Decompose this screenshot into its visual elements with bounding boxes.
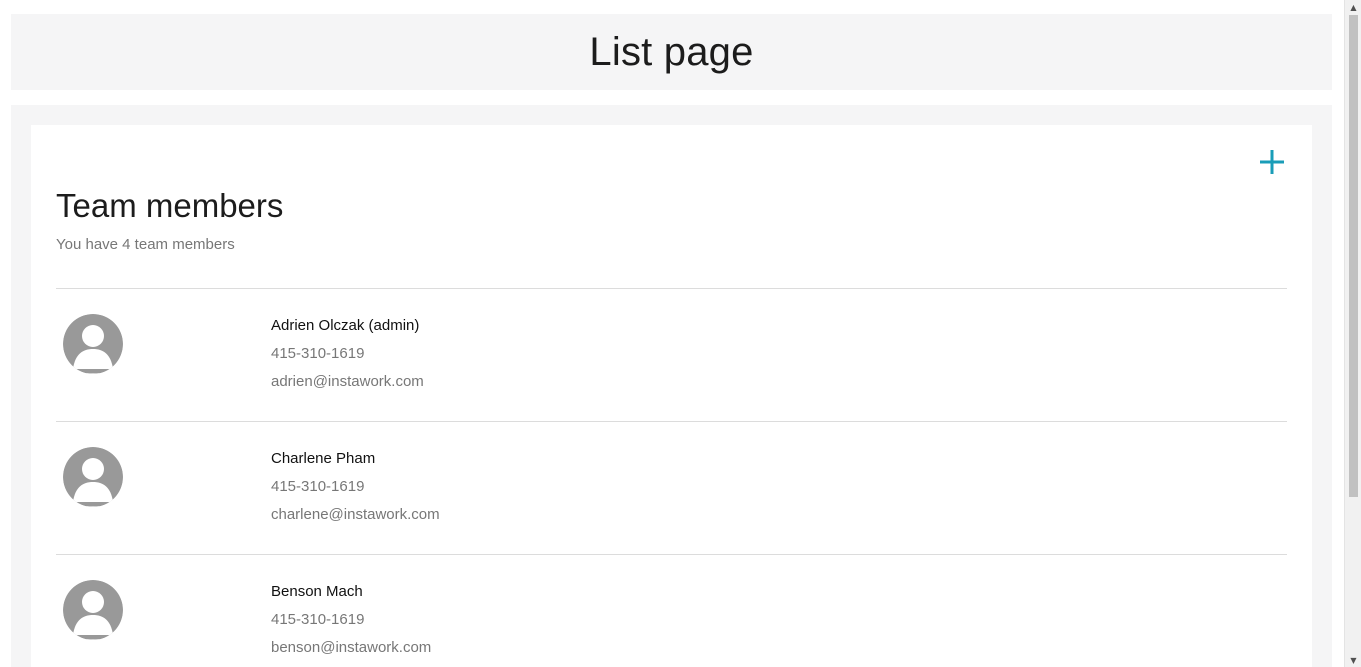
team-member-row[interactable]: Charlene Pham 415-310-1619 charlene@inst… <box>56 421 1287 554</box>
add-team-member-button[interactable] <box>1257 147 1287 177</box>
scroll-down-arrow-icon[interactable]: ▼ <box>1345 653 1361 667</box>
team-members-card: Team members You have 4 team members Adr… <box>31 125 1312 667</box>
page-title: List page <box>589 29 754 74</box>
member-email: adrien@instawork.com <box>271 373 424 390</box>
default-avatar-icon <box>63 447 123 507</box>
vertical-scrollbar[interactable]: ▲ ▼ <box>1344 0 1361 667</box>
viewport: List page Team members You have 4 team m… <box>0 0 1361 667</box>
member-info: Adrien Olczak (admin) 415-310-1619 adrie… <box>271 316 424 392</box>
team-member-row[interactable]: Benson Mach 415-310-1619 benson@instawor… <box>56 554 1287 667</box>
scroll-up-arrow-icon[interactable]: ▲ <box>1345 0 1361 14</box>
page-header: List page <box>11 14 1332 90</box>
team-member-list: Adrien Olczak (admin) 415-310-1619 adrie… <box>56 288 1287 667</box>
content-area: Team members You have 4 team members Adr… <box>11 105 1332 667</box>
member-email: charlene@instawork.com <box>271 506 440 523</box>
member-info: Benson Mach 415-310-1619 benson@instawor… <box>271 582 431 658</box>
member-phone: 415-310-1619 <box>271 611 365 628</box>
member-name: Benson Mach <box>271 583 363 600</box>
team-member-row[interactable]: Adrien Olczak (admin) 415-310-1619 adrie… <box>56 288 1287 421</box>
member-phone: 415-310-1619 <box>271 345 365 362</box>
default-avatar-icon <box>63 314 123 374</box>
scrollbar-thumb[interactable] <box>1349 15 1358 497</box>
member-info: Charlene Pham 415-310-1619 charlene@inst… <box>271 449 440 525</box>
plus-icon <box>1260 150 1284 174</box>
member-name: Charlene Pham <box>271 450 376 467</box>
member-email: benson@instawork.com <box>271 639 432 656</box>
list-page: List page Team members You have 4 team m… <box>0 0 1344 667</box>
member-name: Adrien Olczak (admin) <box>271 317 420 334</box>
member-phone: 415-310-1619 <box>271 478 365 495</box>
team-members-title: Team members <box>56 187 284 224</box>
default-avatar-icon <box>63 580 123 640</box>
team-members-count: You have 4 team members <box>56 236 235 253</box>
